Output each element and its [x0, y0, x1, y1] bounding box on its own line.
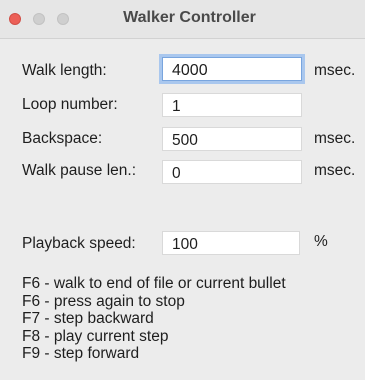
help-line-walk-to-end: F6 - walk to end of file or current bull…: [22, 275, 286, 292]
backspace-input[interactable]: [162, 127, 302, 151]
help-line-step-forward: F9 - step forward: [22, 345, 140, 362]
backspace-unit: msec.: [314, 130, 356, 147]
walk-length-label: Walk length:: [22, 62, 107, 79]
help-line-play-step: F8 - play current step: [22, 327, 169, 345]
backspace-label: Backspace:: [22, 130, 103, 147]
playback-speed-unit: %: [314, 233, 328, 250]
title-bar[interactable]: Walker Controller: [0, 0, 365, 39]
help-line-step-backward: F7 - step backward: [22, 310, 154, 327]
playback-speed-label: Playback speed:: [22, 235, 136, 252]
keyboard-help: F6 - walk to end of file or current bull…: [22, 275, 286, 363]
playback-speed-input[interactable]: [162, 231, 300, 255]
window-title: Walker Controller: [123, 9, 256, 26]
loop-number-label: Loop number:: [22, 96, 118, 113]
walk-length-unit: msec.: [314, 62, 356, 79]
walk-pause-length-label: Walk pause len.:: [22, 162, 137, 179]
walk-pause-length-input[interactable]: [162, 160, 302, 184]
walk-pause-length-unit: msec.: [314, 162, 356, 179]
help-line-stop: F6 - press again to stop: [22, 292, 185, 310]
walker-controller-window: Walker Controller Walk length: msec. Loo…: [0, 0, 365, 380]
loop-number-input[interactable]: [162, 93, 302, 117]
walk-length-input[interactable]: [162, 57, 302, 81]
